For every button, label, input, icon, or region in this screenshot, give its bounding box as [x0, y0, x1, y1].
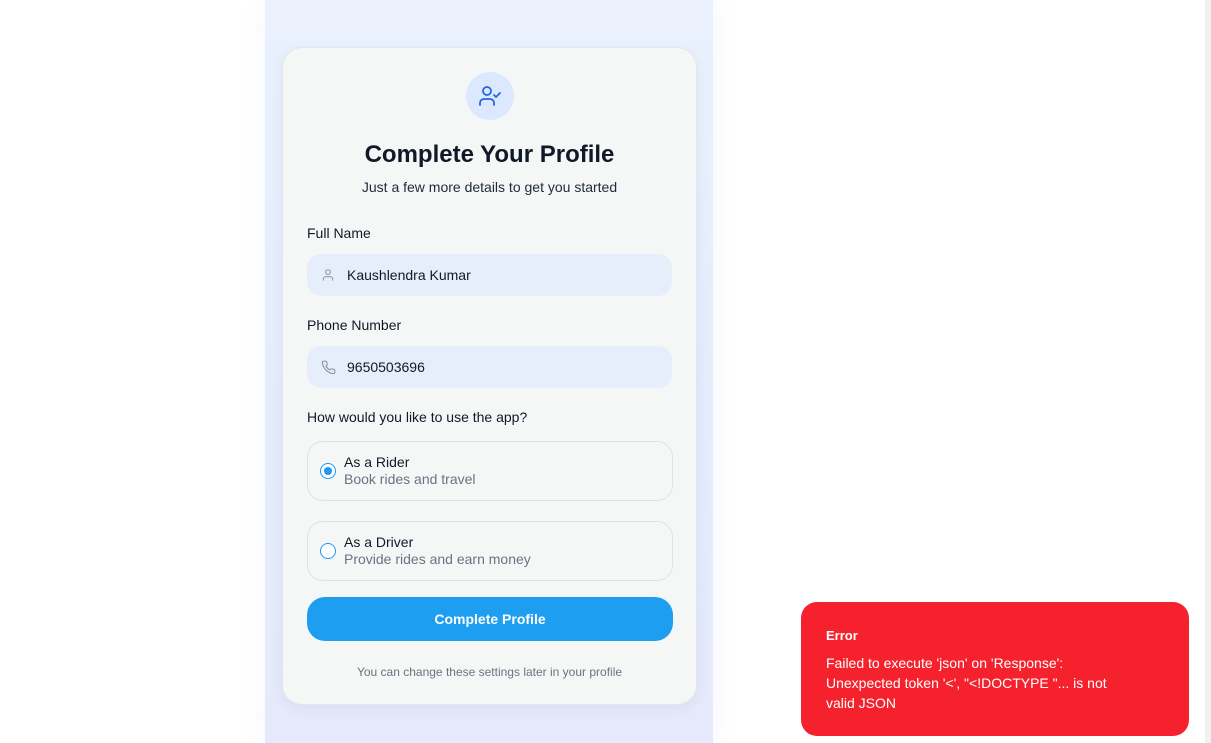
- rider-radio[interactable]: [320, 463, 336, 479]
- rider-option-title: As a Rider: [344, 454, 410, 470]
- error-toast[interactable]: Error Failed to execute 'json' on 'Respo…: [801, 602, 1189, 736]
- driver-radio[interactable]: [320, 543, 336, 559]
- profile-card: Complete Your Profile Just a few more de…: [282, 47, 697, 705]
- phone-number-label: Phone Number: [307, 317, 402, 333]
- page-title: Complete Your Profile: [364, 141, 615, 168]
- driver-option[interactable]: As a Driver Provide rides and earn money: [307, 521, 673, 581]
- usage-question-label: How would you like to use the app?: [307, 409, 528, 425]
- full-name-input[interactable]: [347, 254, 647, 296]
- phone-icon: [307, 360, 347, 375]
- full-name-field-wrapper: [307, 254, 672, 296]
- scrollbar-track[interactable]: [1205, 0, 1211, 743]
- footer-note: You can change these settings later in y…: [356, 665, 623, 679]
- page-subtitle: Just a few more details to get you start…: [361, 179, 618, 195]
- page: Complete Your Profile Just a few more de…: [0, 0, 1211, 743]
- rider-option[interactable]: As a Rider Book rides and travel: [307, 441, 673, 501]
- full-name-label: Full Name: [307, 225, 371, 241]
- error-toast-message: Failed to execute 'json' on 'Response': …: [826, 655, 1107, 711]
- driver-option-title: As a Driver: [344, 534, 414, 550]
- phone-number-input[interactable]: [347, 346, 647, 388]
- user-icon: [307, 268, 347, 282]
- user-check-icon: [466, 72, 514, 120]
- rider-option-description: Book rides and travel: [344, 471, 476, 487]
- driver-option-description: Provide rides and earn money: [344, 551, 531, 567]
- complete-profile-button[interactable]: Complete Profile: [307, 597, 673, 641]
- error-toast-title: Error: [826, 628, 858, 643]
- phone-number-field-wrapper: [307, 346, 672, 388]
